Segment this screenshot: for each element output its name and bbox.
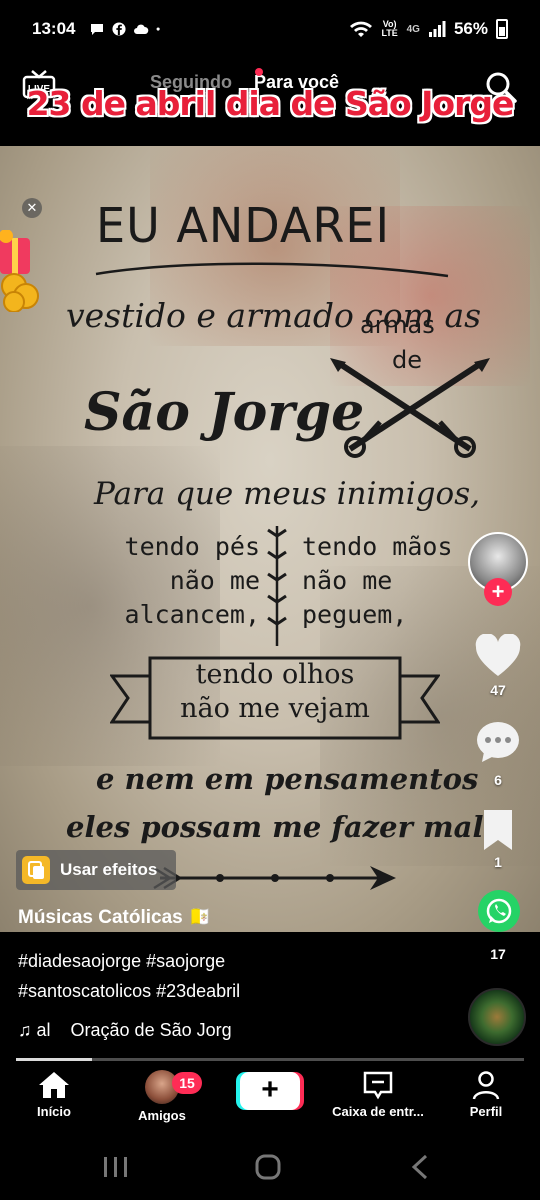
arrow-ornament-icon [153,866,396,890]
poster-left-column: tendo pés não me alcancem, [80,530,260,632]
video-progress-fill [16,1058,93,1061]
status-time: 13:04 [32,19,76,38]
like-count: 47 [490,682,506,698]
video-overlay-title: 23 de abril dia de São Jorge [26,84,515,123]
poster-left-line: não me [169,566,260,595]
poster-text: EU ANDAREI vestido e armado com as armas… [0,146,540,932]
heart-icon[interactable] [474,634,522,678]
search-icon[interactable] [484,70,518,104]
status-right: Vo) LTE 4G 56% [349,19,508,39]
poster-right-line: não me [302,566,393,595]
whatsapp-share-icon[interactable] [478,890,520,932]
gift-coins-icon[interactable] [0,230,42,312]
comment-icon[interactable] [474,720,522,764]
battery-percent: 56% [453,19,488,38]
poster-right-column: tendo mãos não me peguem, [302,530,482,632]
home-system-icon[interactable] [248,1154,288,1180]
nav-friends-label: Amigos [138,1108,186,1123]
poster-right-line: tendo mãos [302,532,453,561]
follow-button[interactable]: + [484,578,512,606]
top-nav: LIVE Seguindo Para você 23 de abril dia … [0,58,540,146]
signal-icon [428,21,446,37]
music-disc-icon[interactable] [468,988,526,1046]
poster-right-line: peguem, [302,600,408,629]
video-player[interactable]: EU ANDAREI vestido e armado com as armas… [0,146,540,932]
sound-prefix: al [36,1020,51,1040]
facebook-icon [112,22,127,36]
volte-label: Vo) LTE [381,19,398,38]
status-bar: 13:04 Vo) LTE 4G 56% [0,0,540,58]
music-note-icon: ♫ al [18,1020,51,1040]
effects-icon [22,856,50,884]
poster-left-line: tendo pés [124,532,260,561]
banner-text: tendo olhos não me vejam [150,658,400,726]
caption-hashtags[interactable]: #santoscatolicos #23deabril [18,976,458,1006]
notification-icons [89,22,165,36]
nav-home[interactable]: Início [0,1070,114,1119]
share-count: 17 [490,946,506,962]
wifi-icon [349,21,372,37]
status-left: 13:04 [32,19,165,39]
poster-line-4: Para que meus inimigos, [94,476,480,512]
network-type: 4G [406,23,420,35]
back-icon[interactable] [400,1154,440,1180]
bottom-nav: Início 15 Amigos + Caixa de entr... Perf… [0,1062,540,1134]
nav-profile-label: Perfil [469,1104,503,1119]
create-button[interactable]: + [240,1072,300,1110]
nav-profile[interactable]: Perfil [426,1070,540,1119]
home-icon [39,1072,69,1098]
chat-bubble-icon [91,24,104,35]
nav-inbox-label: Caixa de entr... [332,1104,424,1119]
poster-line-3: São Jorge [84,382,365,443]
whatsapp-glyph-icon [486,898,512,924]
swash-underline [95,262,449,278]
vine-divider-icon [267,526,287,646]
banner-line-2: não me vejam [180,693,370,724]
use-effects-label: Usar efeitos [60,860,158,879]
live-indicator-dot [255,68,263,76]
poster-armas: armas [360,311,435,339]
use-effects-button[interactable]: Usar efeitos [16,850,176,890]
recent-apps-icon[interactable] [96,1154,136,1180]
poster-line-6: eles possam me fazer mal... [66,810,514,844]
banner-line-1: tendo olhos [195,659,355,690]
nav-home-label: Início [37,1104,71,1119]
close-promo-icon[interactable]: ✕ [22,198,42,218]
friends-badge: 15 [172,1072,202,1094]
video-progress-bar[interactable] [16,1058,524,1061]
dot-icon [157,27,161,31]
poster-line-1: EU ANDAREI [96,198,390,254]
battery-icon [496,19,508,39]
post-caption: #diadesaojorge #saojorge #santoscatolico… [18,946,458,1006]
caption-hashtags[interactable]: #diadesaojorge #saojorge [18,946,458,976]
bookmark-icon[interactable] [474,808,522,852]
poster-line-5: e nem em pensamentos [96,762,479,796]
cloud-icon [134,24,149,34]
nav-friends[interactable]: 15 Amigos [102,1070,222,1123]
system-nav [0,1134,540,1200]
comment-count: 6 [494,772,502,788]
sound-title: Oração de São Jorg [70,1020,232,1040]
sound-row[interactable]: ♫ al Oração de São Jorg [18,1020,232,1041]
creator-username[interactable]: Músicas Católicas 🇻🇦 [18,905,212,929]
nav-inbox[interactable]: Caixa de entr... [318,1070,438,1119]
profile-icon [472,1071,500,1100]
save-count: 1 [494,854,502,870]
inbox-icon [363,1071,393,1100]
poster-left-line: alcancem, [124,600,260,629]
